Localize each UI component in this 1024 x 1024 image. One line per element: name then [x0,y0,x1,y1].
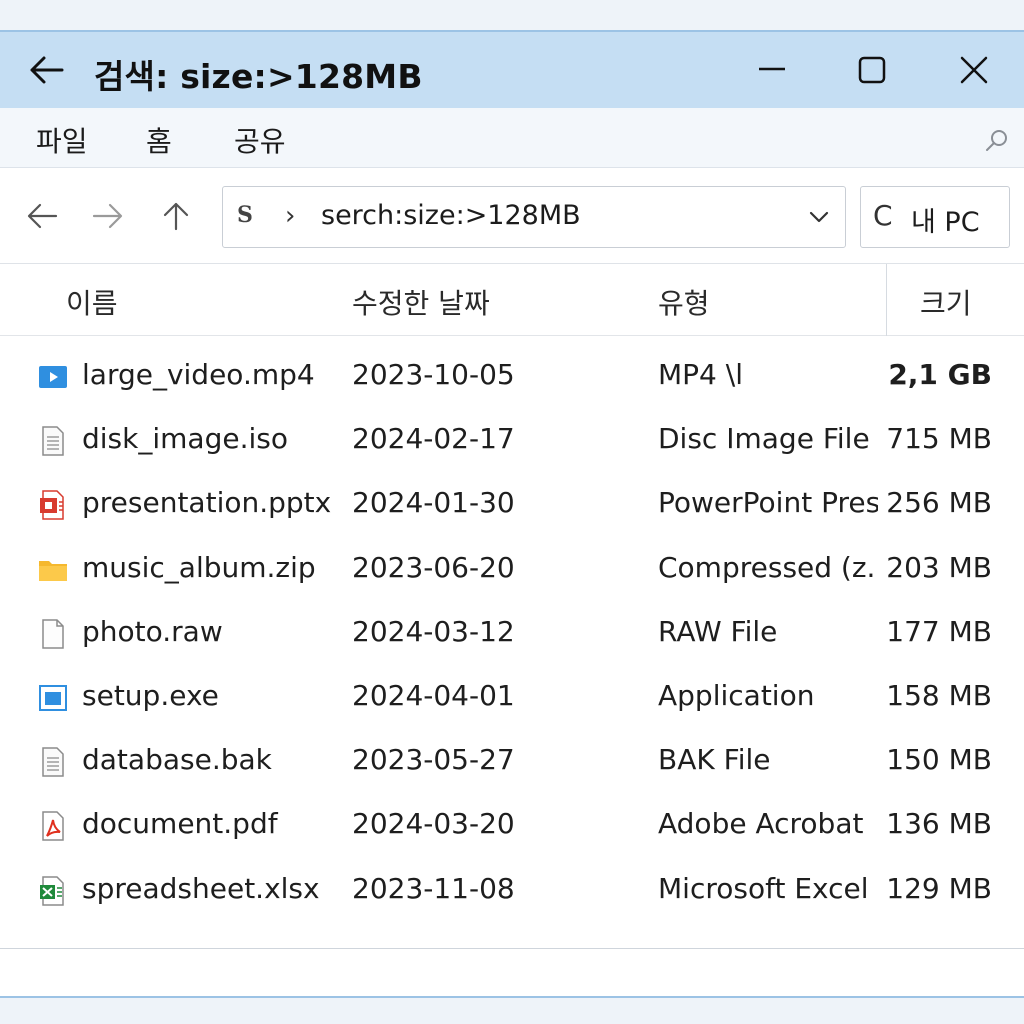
file-type: MP4 \l [658,358,743,391]
chevron-down-icon[interactable] [805,205,833,229]
minimize-button[interactable] [746,48,798,92]
forward-arrow-icon [92,203,123,229]
file-size: 158 MB [886,678,992,712]
file-list: large_video.mp4 2023-10-05 MP4 \l 2,1 GB… [0,344,1024,922]
file-size: 2,1 GB [888,358,992,391]
file-size: 203 MB [886,550,992,584]
file-row[interactable]: presentation.pptx 2024-01-30 PowerPoint … [0,472,1024,536]
file-row[interactable]: music_album.zip 2023-06-20 Compressed (z… [0,537,1024,601]
application-icon [38,683,68,713]
file-name: database.bak [82,743,272,777]
file-row[interactable]: setup.exe 2024-04-01 Application 158 MB [0,665,1024,729]
blank-file-icon [38,619,68,649]
file-row[interactable]: photo.raw 2024-03-12 RAW File 177 MB [0,601,1024,665]
search-icon[interactable] [984,128,1010,154]
file-row[interactable]: document.pdf 2024-03-20 Adobe Acrobat 13… [0,793,1024,857]
address-text: serch:size:>128MB [321,200,581,231]
file-row[interactable]: disk_image.iso 2024-02-17 Disc Image Fil… [0,408,1024,472]
file-name: setup.exe [82,678,219,712]
menu-home[interactable]: 홈 [146,120,172,160]
file-type: PowerPoint Pres [658,486,878,520]
status-divider [0,948,1024,949]
file-date: 2023-06-20 [352,550,515,584]
file-type: Disc Image File [658,422,870,456]
file-type: Compressed (z... [658,550,878,584]
file-name: presentation.pptx [82,486,332,520]
column-divider[interactable] [886,264,887,336]
file-row[interactable]: large_video.mp4 2023-10-05 MP4 \l 2,1 GB [0,344,1024,408]
file-type: BAK File [658,743,771,777]
file-row[interactable]: database.bak 2023-05-27 BAK File 150 MB [0,729,1024,793]
document-file-icon [38,747,68,777]
file-date: 2024-04-01 [352,678,515,712]
menu-file[interactable]: 파일 [36,120,88,160]
search-box-text: 내 PC [911,207,980,238]
maximize-button[interactable] [846,48,898,92]
title-bar: 검색: size:>128MB [0,32,1024,108]
file-type: Adobe Acrobat [658,807,864,841]
search-location-icon: S [237,202,253,228]
address-bar[interactable]: S › serch:size:>128MB [222,186,846,248]
nav-up-button[interactable] [156,196,196,236]
minimize-icon [759,67,785,71]
file-size: 715 MB [886,422,992,456]
navigation-bar: S › serch:size:>128MB C 내 PC [0,168,1024,264]
file-date: 2024-02-17 [352,422,515,456]
menu-bar: 파일 홈 공유 [0,108,1024,168]
file-type: Microsoft Excel [658,871,869,905]
search-box[interactable]: C 내 PC [860,186,1010,248]
file-name: spreadsheet.xlsx [82,871,320,905]
file-size: 256 MB [886,486,992,520]
close-icon [960,56,988,84]
column-header-date[interactable]: 수정한 날짜 [352,282,490,322]
file-name: disk_image.iso [82,422,288,456]
nav-back-button[interactable] [22,196,62,236]
column-header-type[interactable]: 유형 [658,282,710,322]
window-title: 검색: size:>128MB [94,57,423,96]
column-header-name[interactable]: 이름 [66,282,118,322]
file-date: 2023-11-08 [352,871,515,905]
column-header-size[interactable]: 크기 [920,282,972,322]
file-size: 136 MB [886,807,992,841]
breadcrumb-chevron-icon: › [285,201,296,231]
video-file-icon [38,362,68,392]
powerpoint-file-icon [38,490,68,521]
file-date: 2023-05-27 [352,743,515,777]
file-name: large_video.mp4 [82,358,315,391]
back-arrow-icon [27,203,58,229]
excel-file-icon [38,875,68,906]
refresh-icon[interactable]: C [873,199,893,232]
file-date: 2023-10-05 [352,358,515,391]
file-name: music_album.zip [82,550,316,584]
file-name: photo.raw [82,614,223,648]
file-row[interactable]: spreadsheet.xlsx 2023-11-08 Microsoft Ex… [0,858,1024,922]
file-date: 2024-03-12 [352,614,515,648]
pdf-file-icon [38,811,68,842]
folder-zip-icon [38,555,68,585]
nav-forward-button[interactable] [88,196,128,236]
file-name: document.pdf [82,807,278,841]
back-arrow-icon[interactable] [26,52,66,88]
file-size: 150 MB [886,743,992,777]
maximize-icon [858,56,886,84]
file-size: 129 MB [886,871,992,905]
menu-share[interactable]: 공유 [234,120,286,160]
document-file-icon [38,426,68,456]
file-type: RAW File [658,614,778,648]
close-button[interactable] [948,48,1000,92]
file-size: 177 MB [886,614,992,648]
file-type: Application [658,678,815,712]
file-explorer-window: 검색: size:>128MB 파일 홈 공유 S › serch:size:>… [0,30,1024,998]
column-headers: 이름 수정한 날짜 유형 크기 [0,264,1024,336]
file-date: 2024-03-20 [352,807,515,841]
up-arrow-icon [163,202,189,231]
file-date: 2024-01-30 [352,486,515,520]
